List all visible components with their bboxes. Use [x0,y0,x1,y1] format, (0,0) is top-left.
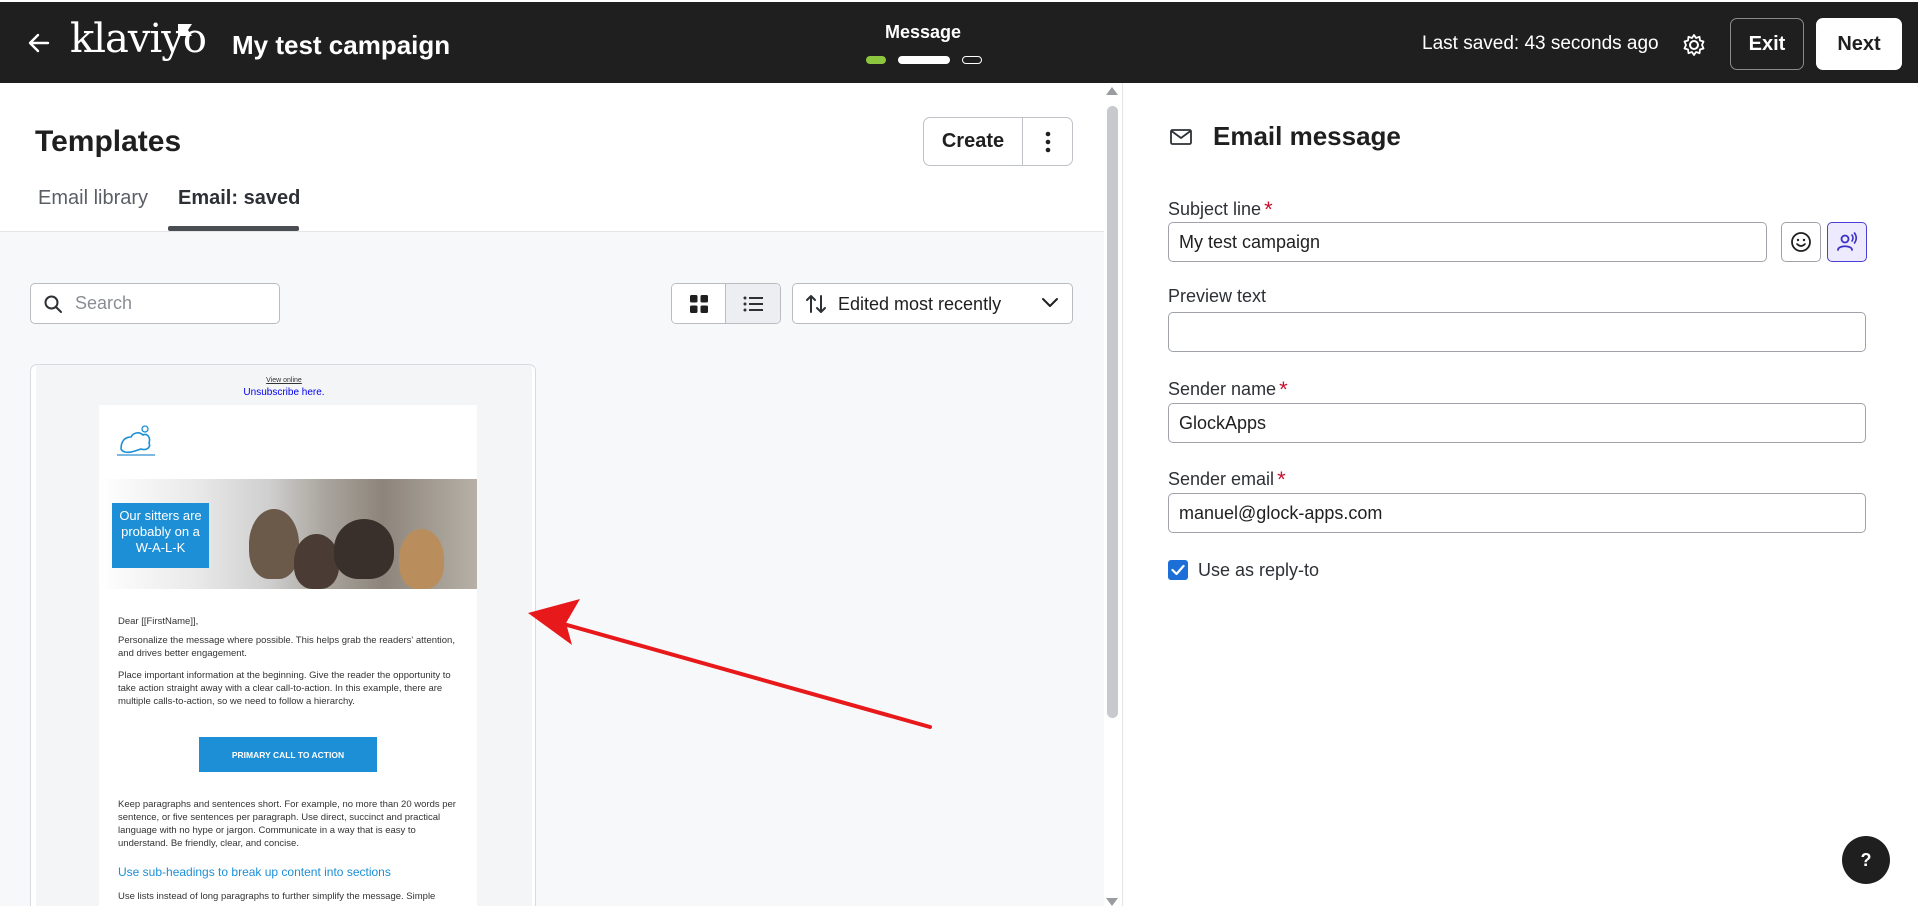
search-icon [44,295,62,313]
more-options-button[interactable] [1022,117,1073,166]
email-paragraph-4: Use lists instead of long paragraphs to … [118,891,436,902]
email-cta-button: PRIMARY CALL TO ACTION [199,737,377,772]
person-voice-icon [1837,232,1858,251]
view-online-link: View online [266,377,302,384]
templates-header: Templates Create Email library Email: sa… [0,83,1104,232]
step-dot-complete [866,56,886,64]
hero-text-box: Our sitters are probably on a W-A-L-K [112,503,209,568]
exit-button[interactable]: Exit [1730,18,1804,70]
top-bar: klaviyo My test campaign Message Last sa… [0,0,1918,83]
sort-dropdown[interactable]: Edited most recently [792,283,1073,324]
dog-logo-icon [117,425,155,456]
email-paragraph-1: Personalize the message where possible. … [118,635,455,659]
unsubscribe-link: Unsubscribe here. [243,387,325,398]
list-icon [743,296,763,311]
hero-dog-shape [249,509,299,579]
email-message-title: Email message [1213,121,1401,151]
active-tab-indicator [168,226,299,231]
next-button[interactable]: Next [1816,18,1902,70]
subject-line-input[interactable] [1168,222,1767,262]
hero-dog-shape [334,519,394,579]
hero-image: Our sitters are probably on a W-A-L-K [99,479,477,589]
kebab-menu-icon [1045,131,1050,152]
view-mode-toggle [671,283,781,324]
email-paragraph-2: Place important information at the begin… [118,670,451,707]
step-dot-current [898,56,950,64]
hero-dog-shape [294,534,339,589]
email-message-panel: Email message Subject line* Preview text… [1123,83,1918,906]
logo-flag-icon [178,24,192,36]
scroll-down-arrow[interactable] [1106,898,1118,906]
email-subheading: Use sub-headings to break up content int… [118,865,391,879]
mail-icon [1170,129,1192,145]
preview-text-input[interactable] [1168,312,1866,352]
tab-email-library[interactable]: Email library [38,187,148,210]
campaign-title: My test campaign [232,30,451,60]
hero-dog-shape [399,529,444,589]
email-preview-body: Our sitters are probably on a W-A-L-K De… [99,405,477,906]
smiley-icon [1791,232,1811,252]
scroll-up-arrow[interactable] [1106,87,1118,95]
template-card[interactable]: View online Unsubscribe here. Our sitter… [30,364,536,906]
chevron-down-icon [1042,298,1058,307]
step-dot-upcoming [962,56,982,64]
templates-title: Templates [35,125,182,158]
help-button[interactable]: ? [1842,836,1890,884]
emoji-button[interactable] [1781,222,1821,262]
email-greeting: Dear [[FirstName]], [118,616,199,627]
search-box[interactable] [30,283,280,324]
reply-to-checkbox[interactable] [1168,560,1188,580]
klaviyo-logo: klaviyo [70,16,207,62]
step-label: Message [884,22,962,42]
sender-email-input[interactable] [1168,493,1866,533]
preview-text-label: Preview text [1168,286,1267,306]
search-input[interactable] [75,284,275,323]
sender-name-label: Sender name * [1168,377,1288,402]
last-saved-status: Last saved: 43 seconds ago [1422,33,1659,54]
sort-arrows-icon [806,295,826,313]
create-template-button[interactable]: Create [923,117,1023,166]
step-progress [866,56,982,64]
scrollbar-thumb[interactable] [1107,106,1118,718]
sender-email-label: Sender email * [1168,467,1286,492]
tab-email-saved[interactable]: Email: saved [178,187,300,210]
reply-to-label: Use as reply-to [1198,560,1320,580]
subject-line-label: Subject line * [1168,197,1273,222]
gear-icon[interactable] [1681,32,1707,58]
list-view-button[interactable] [726,284,780,323]
templates-panel: Templates Create Email library Email: sa… [0,83,1104,906]
email-paragraph-3: Keep paragraphs and sentences short. For… [118,799,456,849]
grid-view-button[interactable] [672,284,727,323]
checkmark-icon [1171,564,1185,576]
grid-icon [689,294,708,313]
template-preview: View online Unsubscribe here. Our sitter… [36,365,532,906]
personalization-button[interactable] [1827,222,1867,262]
sender-name-input[interactable] [1168,403,1866,443]
sort-label: Edited most recently [838,294,1002,314]
back-arrow-icon[interactable] [26,30,52,56]
